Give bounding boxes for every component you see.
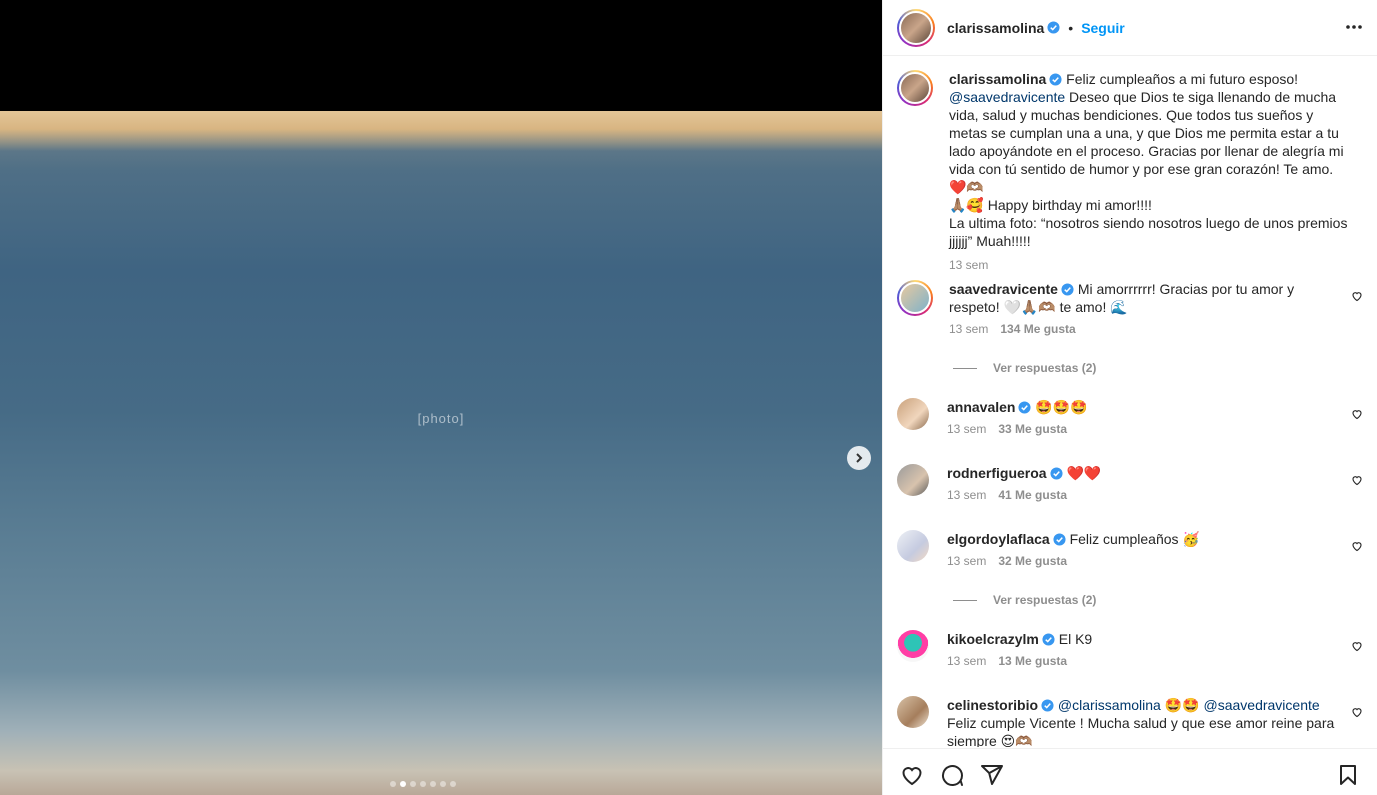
verified-icon [1047,21,1060,34]
carousel-dot [440,781,446,787]
post-header: clarissamolina • Seguir [883,0,1377,56]
verified-icon [1053,533,1066,546]
comment-item: annavalen 🤩🤩🤩 13 sem 33 Me gusta [897,398,1367,438]
comment-likes[interactable]: 41 Me gusta [998,486,1067,504]
comment-item: elgordoylaflaca Feliz cumpleaños 🥳 13 se… [897,530,1367,570]
comment-username[interactable]: annavalen [947,399,1015,415]
comment-text: Feliz cumple Vicente ! Mucha salud y que… [947,715,1335,747]
comment-item: rodnerfigueroa ❤️❤️ 13 sem 41 Me gusta [897,464,1367,504]
avatar[interactable] [897,530,929,562]
heart-icon[interactable] [1351,706,1363,718]
verified-icon [1041,699,1054,712]
comment-likes[interactable]: 134 Me gusta [1000,320,1075,338]
comment-mention[interactable]: @clarissamolina [1058,697,1161,713]
carousel-dots [390,781,456,787]
follow-button[interactable]: Seguir [1081,20,1125,36]
comment-username[interactable]: elgordoylaflaca [947,531,1050,547]
post-caption: clarissamolina Feliz cumpleaños a mi fut… [897,70,1367,274]
comment-item: saavedravicente Mi amorrrrrr! Gracias po… [897,280,1367,338]
comment-item: celinestoribio @clarissamolina 🤩🤩 @saave… [897,696,1367,747]
verified-icon [1049,73,1062,86]
caption-time[interactable]: 13 sem [949,256,988,274]
post-actions-bar [883,748,1377,795]
comment-likes[interactable]: 32 Me gusta [998,552,1067,570]
carousel-dot [420,781,426,787]
carousel-dot [430,781,436,787]
carousel-dot [450,781,456,787]
photo-placeholder-label: [photo] [417,411,465,426]
more-icon[interactable] [1344,17,1364,37]
comment-likes[interactable]: 13 Me gusta [998,652,1067,670]
share-icon[interactable] [980,763,1004,787]
comments-list: clarissamolina Feliz cumpleaños a mi fut… [883,57,1377,747]
heart-icon[interactable] [1351,640,1363,652]
avatar[interactable] [897,464,929,496]
verified-icon [1061,283,1074,296]
caption-username[interactable]: clarissamolina [949,71,1046,87]
comment-icon[interactable] [940,763,964,787]
post-sidebar: clarissamolina • Seguir clarissamolina F… [882,0,1377,795]
avatar[interactable] [897,696,929,728]
comment-time[interactable]: 13 sem [947,486,986,504]
carousel-next-button[interactable] [847,446,871,470]
comment-text: ❤️❤️ [1066,465,1102,481]
heart-icon[interactable] [1351,408,1363,420]
carousel-dot [410,781,416,787]
heart-icon[interactable] [1351,474,1363,486]
bookmark-icon[interactable] [1336,763,1360,787]
carousel-dot-active [400,781,406,787]
header-separator: • [1068,19,1074,36]
verified-icon [1042,633,1055,646]
comment-username[interactable]: saavedravicente [949,281,1058,297]
comment-emoji: 🤩🤩 [1160,697,1204,713]
comment-likes[interactable]: 33 Me gusta [998,420,1067,438]
comment-time[interactable]: 13 sem [947,552,986,570]
caption-text-3: 🙏🏽🥰 Happy birthday mi amor!!!! [949,197,1152,213]
caption-text-1: Feliz cumpleaños a mi futuro esposo! [1066,71,1299,87]
comment-item: kikoelcrazylm El K9 13 sem 13 Me gusta [897,630,1367,670]
caption-mention[interactable]: @saavedravicente [949,89,1065,105]
comment-username[interactable]: celinestoribio [947,697,1038,713]
avatar[interactable] [897,630,929,662]
comment-mention[interactable]: @saavedravicente [1204,697,1320,713]
comment-username[interactable]: kikoelcrazylm [947,631,1039,647]
comment-time[interactable]: 13 sem [949,320,988,338]
caption-text-4: La ultima foto: “nosotros siendo nosotro… [949,215,1348,249]
comment-text: El K9 [1058,631,1093,647]
carousel-dot [390,781,396,787]
comment-text: 🤩🤩🤩 [1035,399,1088,415]
comment-text: Feliz cumpleaños 🥳 [1069,531,1200,547]
avatar[interactable] [897,398,929,430]
avatar[interactable] [897,8,935,47]
comment-time[interactable]: 13 sem [947,420,986,438]
comment-username[interactable]: rodnerfigueroa [947,465,1047,481]
verified-icon [1018,401,1032,414]
comment-time[interactable]: 13 sem [947,652,986,670]
verified-icon [1050,467,1063,480]
chevron-right-icon [856,453,863,463]
view-replies-button[interactable]: Ver respuestas (2) [953,593,1096,607]
avatar[interactable] [897,280,933,316]
avatar[interactable] [897,70,933,106]
header-username[interactable]: clarissamolina [947,20,1044,36]
view-replies-button[interactable]: Ver respuestas (2) [953,361,1096,375]
post-photo[interactable]: [photo] [0,111,882,795]
heart-icon[interactable] [1351,540,1363,552]
heart-icon[interactable] [900,763,924,787]
heart-icon[interactable] [1351,290,1363,302]
post-media: [photo] [0,0,882,795]
